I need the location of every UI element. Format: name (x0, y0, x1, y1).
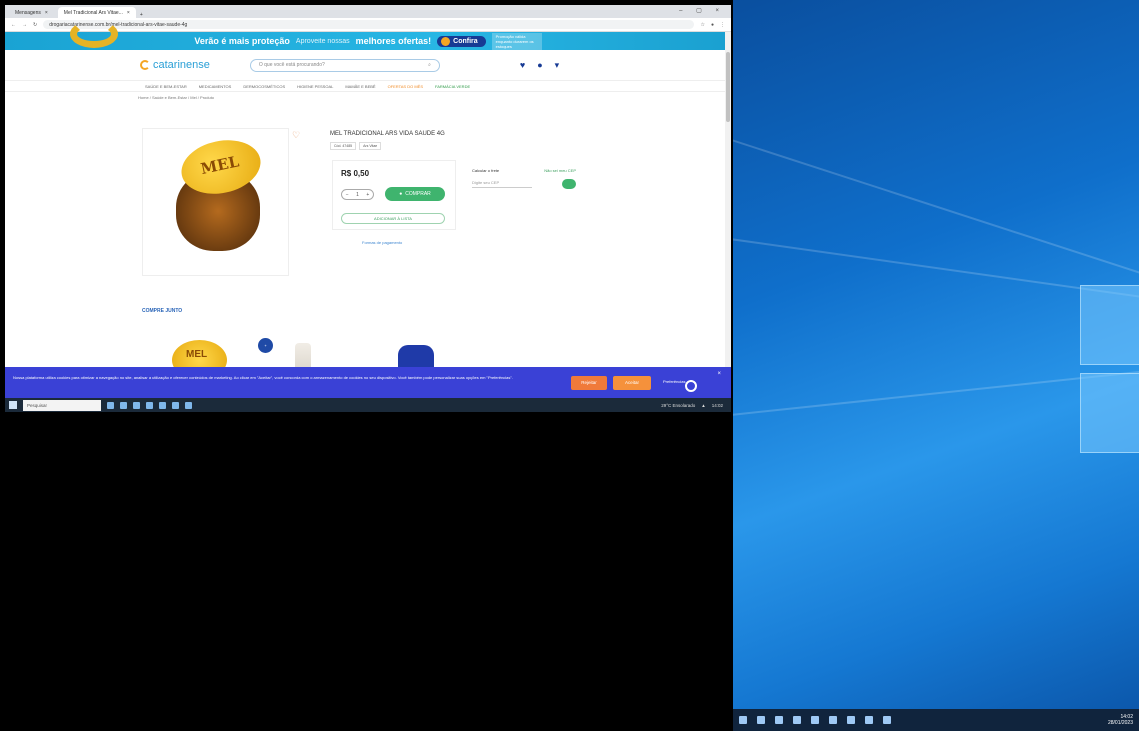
desktop-wallpaper: 14:02 28/01/2023 (733, 0, 1139, 731)
left-taskbar: Pesquisar 29°C Ensolarado ▲ 14:02 (5, 398, 731, 412)
coin-icon (441, 36, 451, 46)
product-tag: Cód. 47485 (330, 142, 357, 150)
windows-logo (1080, 285, 1139, 455)
light-beam (733, 230, 1139, 316)
nav-item-offers[interactable]: OFERTAS DO MÊS (388, 84, 423, 89)
user-icon[interactable]: ● (537, 60, 542, 71)
favorite-icon[interactable]: ♡ (292, 130, 300, 141)
tab-strip: Mensagens × Mel Tradicional Ars Vitae... ×… (5, 5, 731, 18)
window-controls[interactable]: – ▢ × (679, 7, 725, 14)
heart-icon[interactable]: ♥ (520, 60, 525, 71)
taskbar-clock[interactable]: 14:02 (712, 403, 723, 408)
promo-headline: Verão é mais proteção (194, 36, 290, 46)
buy-button[interactable]: ● COMPRAR (385, 187, 445, 201)
nav-item[interactable]: MEDICAMENTOS (199, 84, 232, 89)
accept-button[interactable]: Aceitar (613, 376, 651, 390)
nav-item[interactable]: DERMOCOSMÉTICOS (243, 84, 285, 89)
site-header: catarinense O que você está procurando? ⌕… (5, 50, 731, 80)
clock[interactable]: 14:02 28/01/2023 (1108, 714, 1133, 726)
product-title: MEL TRADICIONAL ARS VIDA SAUDE 4G (330, 131, 445, 137)
site-logo[interactable]: catarinense (140, 59, 210, 71)
cookie-text: Nossa plataforma utiliza cookies para ot… (13, 375, 513, 380)
search-icon[interactable]: ⌕ (428, 62, 431, 68)
chrome-icon[interactable] (133, 401, 140, 409)
network-icon[interactable]: ▲ (701, 403, 705, 408)
product-price: R$ 0,50 (341, 169, 370, 178)
task-view-icon[interactable] (775, 716, 783, 724)
cart-icon: ● (399, 191, 403, 197)
task-view-icon[interactable] (107, 401, 114, 409)
app-icon[interactable] (883, 716, 891, 724)
light-beam (733, 120, 1139, 308)
start-icon[interactable] (9, 401, 17, 409)
honey-jar-image: MEL (173, 133, 266, 251)
product-tags: Cód. 47485 Ars Vitae (330, 142, 382, 150)
nav-item[interactable]: SAÚDE E BEM-ESTAR (145, 84, 187, 89)
quantity-stepper[interactable]: −1 + (341, 189, 374, 200)
promo-subtext: Aproveite nossas (295, 37, 350, 45)
taskbar-search-input[interactable]: Pesquisar (23, 399, 101, 411)
mail-icon[interactable] (172, 401, 179, 409)
promo-banner[interactable]: Verão é mais proteção Aproveite nossas m… (5, 20, 731, 50)
shipping-calculator: Calcular o frete Não sei meu CEP Digite … (472, 168, 582, 189)
weather-widget[interactable]: 29°C Ensolarado (661, 403, 695, 408)
promo-image (70, 20, 118, 48)
category-nav: SAÚDE E BEM-ESTAR MEDICAMENTOS DERMOCOSM… (5, 80, 731, 92)
back-icon[interactable]: ← (11, 22, 16, 28)
store-icon[interactable] (159, 401, 166, 409)
minus-icon[interactable]: − (346, 192, 349, 198)
chat-icon[interactable] (685, 380, 697, 392)
light-beam (733, 357, 1139, 422)
new-tab-icon[interactable]: + (140, 12, 143, 18)
tab-mensagens[interactable]: Mensagens × (9, 7, 54, 18)
star-icon[interactable]: ☆ (700, 22, 704, 28)
close-icon[interactable]: × (717, 371, 721, 377)
nav-item[interactable]: MAMÃE E BEBÊ (345, 84, 375, 89)
nav-item-green[interactable]: FARMÁCIA VERDE (435, 84, 470, 89)
cep-link[interactable]: Não sei meu CEP (544, 168, 576, 173)
store-icon[interactable] (847, 716, 855, 724)
start-icon[interactable] (739, 716, 747, 724)
cookie-banner: Nossa plataforma utiliza cookies para ot… (5, 367, 731, 398)
payment-link[interactable]: Formas de pagamento (362, 240, 402, 245)
app-icon[interactable] (865, 716, 873, 724)
confira-button[interactable]: Confira (437, 35, 486, 47)
forward-icon[interactable]: → (22, 22, 27, 28)
preferences-link[interactable]: Preferências (663, 379, 685, 385)
shipping-label: Calcular o frete (472, 168, 500, 173)
cep-input[interactable]: Digite seu CEP (472, 180, 532, 188)
product-image[interactable]: MEL (142, 128, 289, 276)
menu-icon[interactable]: ⋮ (720, 22, 725, 28)
profile-icon[interactable]: ● (711, 22, 714, 28)
edge-icon[interactable] (120, 401, 127, 409)
compre-junto-title: COMPRE JUNTO (142, 308, 183, 314)
reload-icon[interactable]: ↻ (33, 22, 37, 28)
search-input[interactable]: O que você está procurando? ⌕ (249, 58, 440, 72)
breadcrumb[interactable]: Home / Saúde e Bem-Estar / Mel / Produto (5, 92, 731, 104)
system-tray[interactable]: 29°C Ensolarado ▲ 14:02 (661, 403, 723, 408)
search-icon[interactable] (757, 716, 765, 724)
product-tag[interactable]: Ars Vitae (359, 142, 382, 150)
black-screen-area (5, 412, 731, 731)
tab-product[interactable]: Mel Tradicional Ars Vitae... × (57, 7, 136, 18)
add-to-list-button[interactable]: ADICIONAR À LISTA (341, 213, 445, 224)
url-field[interactable]: drogariacatarinense.com.br/mel-tradicion… (43, 20, 695, 29)
nav-item[interactable]: HIGIENE PESSOAL (297, 84, 333, 89)
folder-icon[interactable] (146, 401, 153, 409)
promo-offers: melhores ofertas! (355, 36, 432, 46)
promo-fineprint: Promoção válida enquanto durarem os esto… (491, 32, 542, 50)
plus-badge: + (258, 338, 273, 353)
buy-box: R$ 0,50 −1 + ● COMPRAR ADICIONAR À LISTA (332, 160, 456, 230)
plus-icon[interactable]: + (366, 192, 369, 198)
chrome-icon[interactable] (811, 716, 819, 724)
scrollbar[interactable] (725, 32, 731, 372)
reject-button[interactable]: Rejeitar (571, 376, 607, 390)
app-icon[interactable] (185, 401, 192, 409)
shipping-go-button[interactable] (562, 179, 576, 189)
right-taskbar: 14:02 28/01/2023 (733, 709, 1139, 731)
cart-icon[interactable]: ▾ (555, 60, 560, 71)
folder-icon[interactable] (829, 716, 837, 724)
edge-icon[interactable] (793, 716, 801, 724)
